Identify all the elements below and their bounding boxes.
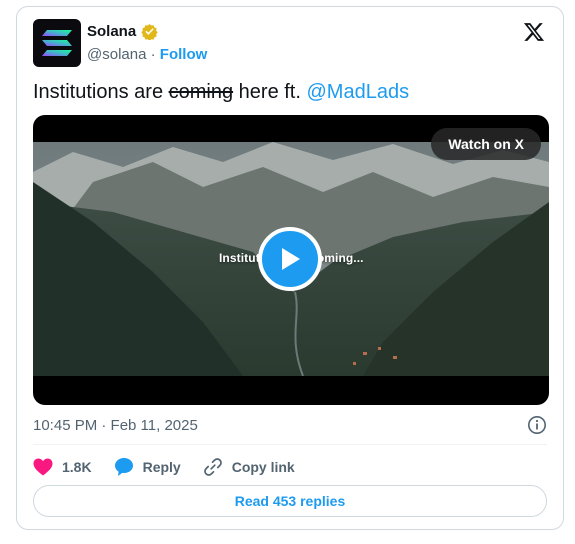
author-name[interactable]: Solana [87,23,136,40]
play-icon [282,248,300,270]
like-count: 1.8K [62,459,92,475]
reply-button[interactable]: Reply [114,457,181,477]
mention-link[interactable]: @MadLads [306,81,409,103]
tweet-text-start: Institutions are [33,81,169,103]
verified-badge-icon [141,24,158,40]
watch-on-x-button[interactable]: Watch on X [431,128,541,160]
tweet-card: Solana @solana · Follow Institutions are… [16,6,564,530]
play-button[interactable] [258,227,322,291]
reply-bubble-icon [114,458,133,476]
author-handle[interactable]: @solana [87,46,146,63]
heart-icon [33,458,53,476]
like-button[interactable]: 1.8K [33,458,92,476]
author-avatar[interactable] [33,19,81,67]
video-player[interactable]: Watch on X Institutions are coming... [33,115,549,405]
author-handle-row: @solana · Follow [87,46,207,63]
tweet-text-strikethrough: coming [168,81,234,103]
solana-logo [42,30,72,56]
tweet-meta: 10:45 PM · Feb 11, 2025 [33,414,547,436]
handle-separator: · [150,46,156,63]
author-name-row: Solana [87,23,158,40]
link-icon [203,458,222,476]
follow-button[interactable]: Follow [160,46,208,63]
info-icon[interactable] [527,415,547,435]
tweet-text-middle: here ft. [233,81,307,103]
read-replies-button[interactable]: Read 453 replies [33,485,547,517]
copy-link-label: Copy link [231,459,295,475]
reply-label: Reply [142,459,181,475]
timestamp[interactable]: 10:45 PM · Feb 11, 2025 [33,417,198,434]
copy-link-button[interactable]: Copy link [203,457,295,477]
divider [33,444,547,445]
tweet-text: Institutions are coming here ft. @MadLad… [33,80,409,104]
x-logo-icon[interactable] [523,21,545,43]
action-bar: 1.8K Reply Copy link [33,454,317,480]
